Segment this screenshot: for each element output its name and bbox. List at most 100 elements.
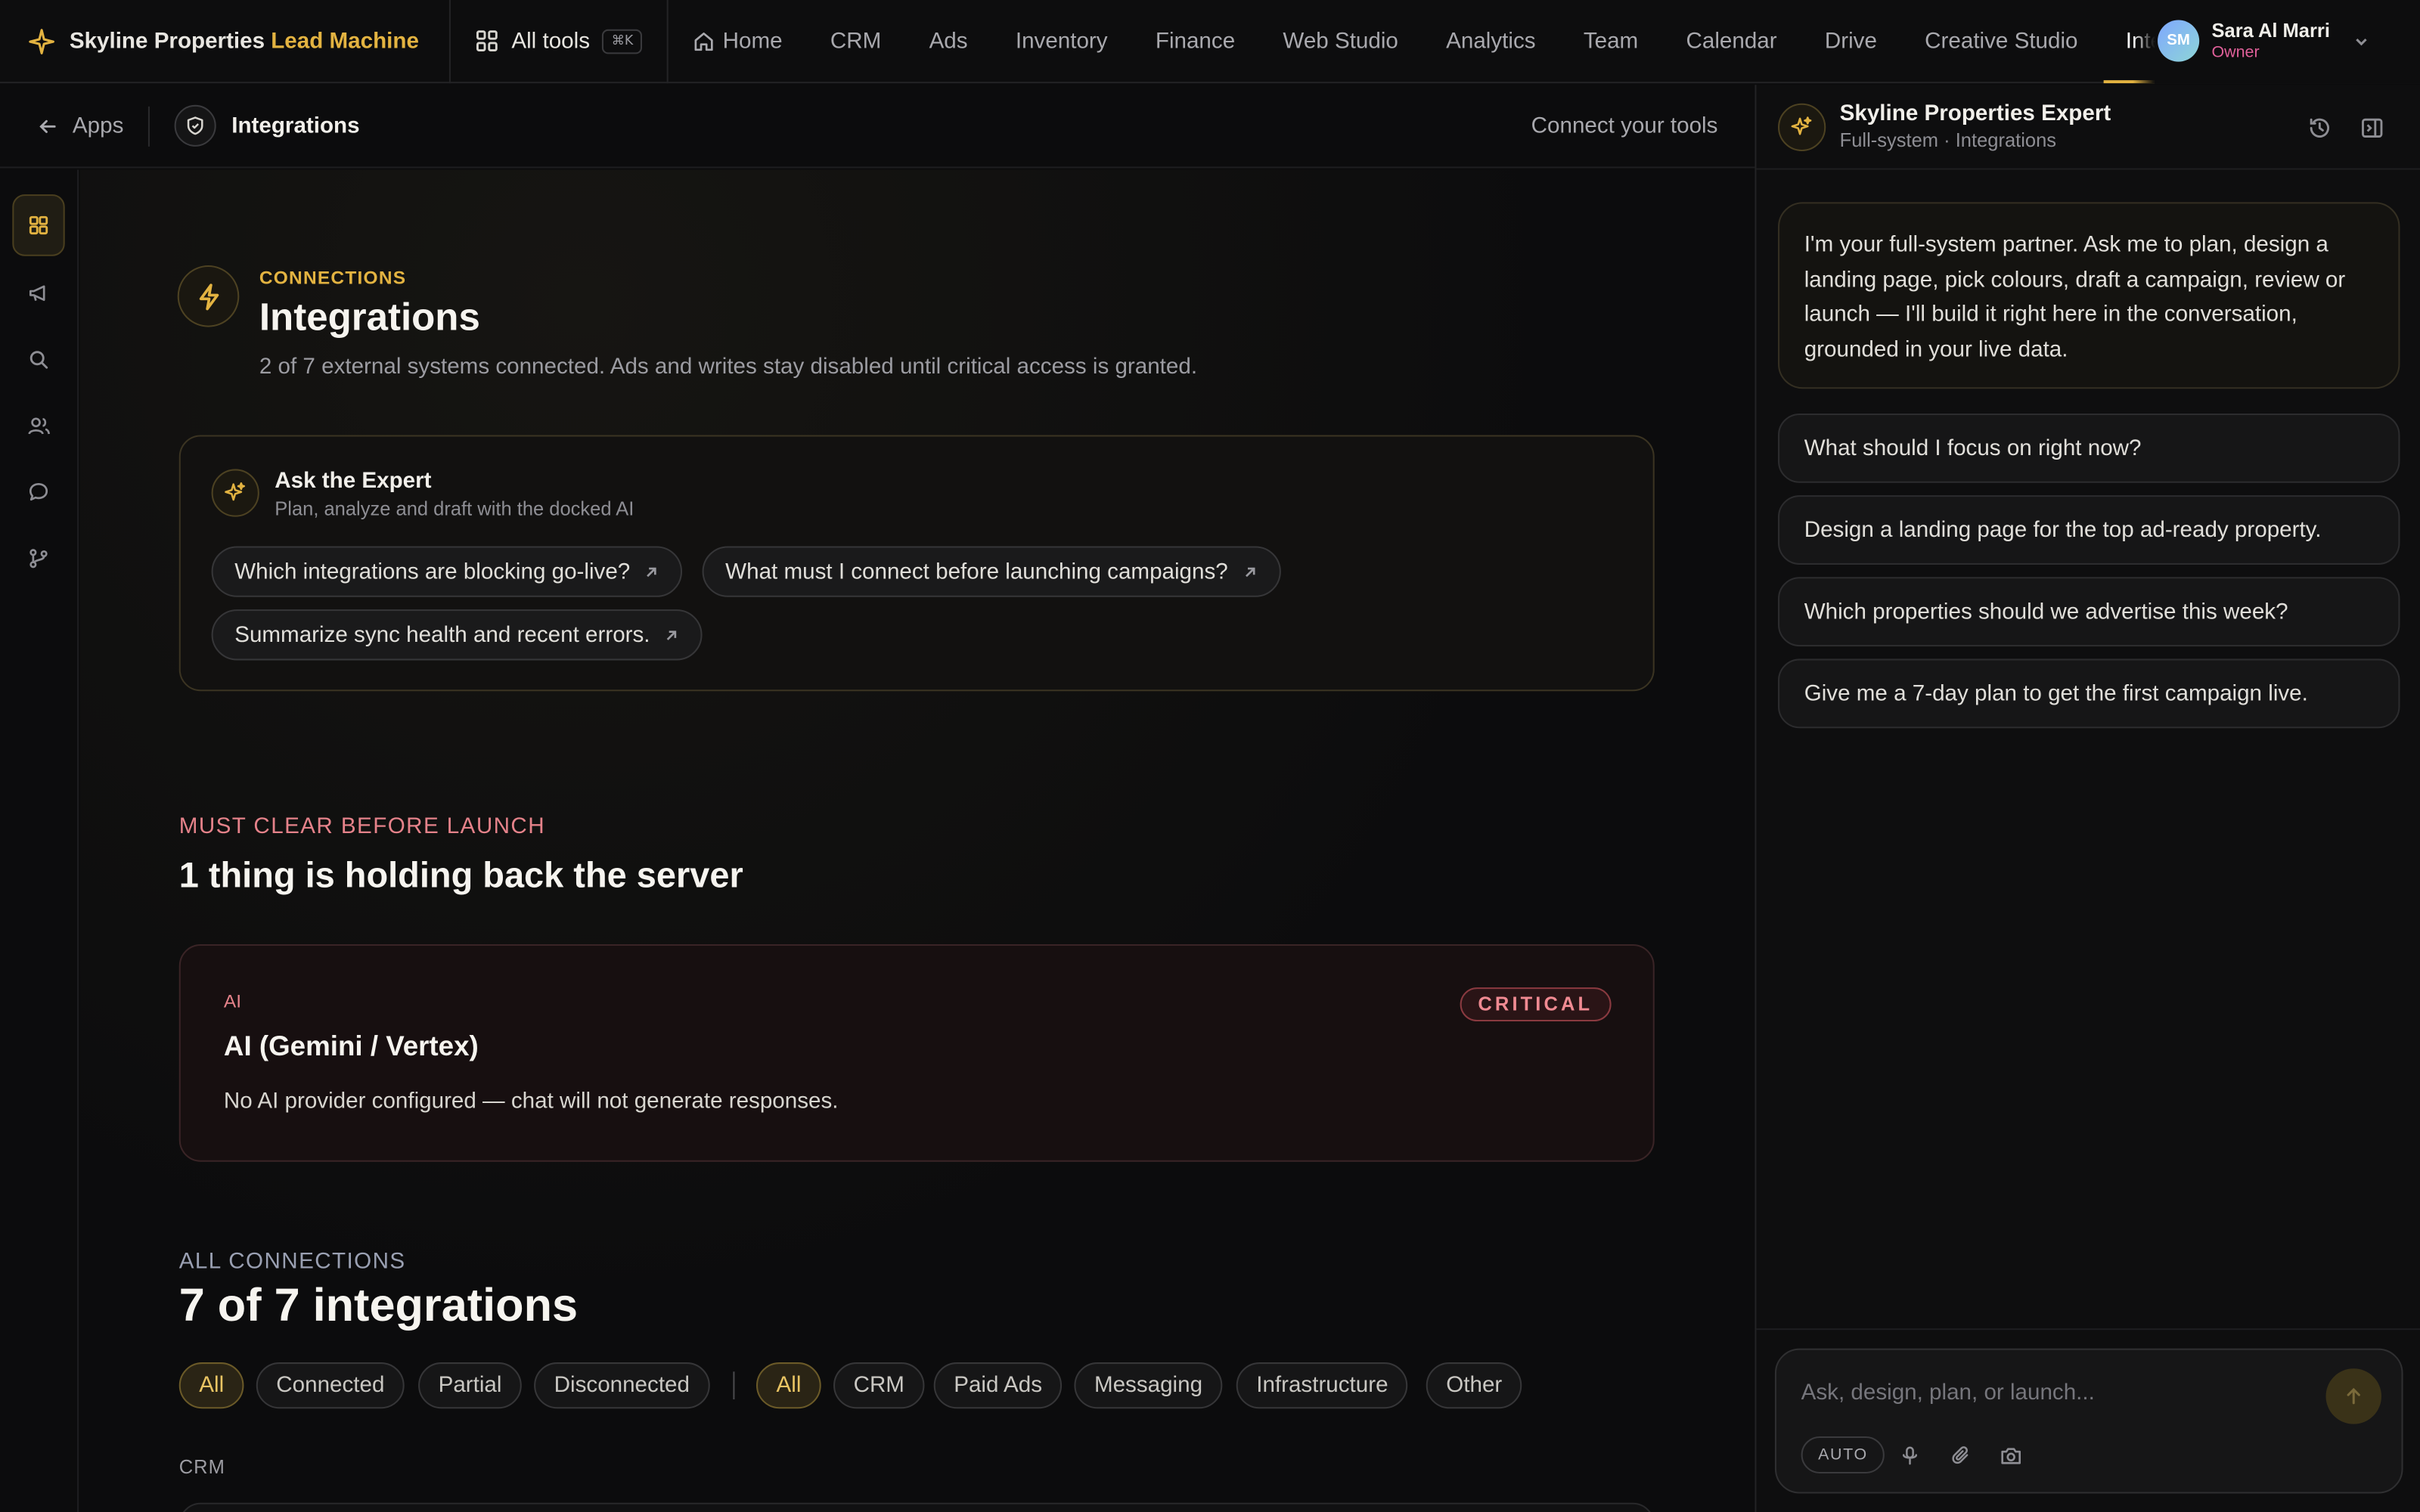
nav-team[interactable]: Team: [1584, 0, 1638, 82]
integration-description: No AI provider configured — chat will no…: [223, 1089, 839, 1114]
sparkle-icon: [29, 28, 54, 54]
section-label-crm: CRM: [178, 1456, 225, 1479]
ask-expert-card: Ask the Expert Plan, analyze and draft w…: [178, 435, 1655, 692]
rail-search[interactable]: [12, 329, 64, 391]
arrow-up-icon: [2347, 1387, 2360, 1405]
chat-input[interactable]: [1801, 1380, 2295, 1406]
camera-icon: [2001, 1447, 2021, 1464]
suggestion-advertise[interactable]: Which properties should we advertise thi…: [1778, 577, 2400, 647]
nav-label: CRM: [830, 28, 882, 54]
integration-card[interactable]: [178, 1502, 1655, 1512]
chat-title: Skyline Properties Expert: [1839, 101, 2111, 126]
rail-people[interactable]: [12, 395, 64, 457]
arrow-up-right-icon: [647, 566, 657, 577]
send-button[interactable]: [2325, 1368, 2381, 1424]
prompt-chip-launch[interactable]: What must I connect before launching cam…: [702, 546, 1281, 597]
status-filter-partial[interactable]: Partial: [418, 1362, 523, 1409]
category-filter-infrastructure[interactable]: Infrastructure: [1236, 1362, 1409, 1409]
status-filter-disconnected[interactable]: Disconnected: [534, 1362, 710, 1409]
nav-ads[interactable]: Ads: [929, 0, 968, 82]
nav-label: Calendar: [1686, 28, 1777, 54]
users-icon: [27, 417, 50, 435]
user-menu[interactable]: SM Sara Al Marri Owner: [2154, 0, 2420, 83]
rail-messages[interactable]: [12, 461, 64, 523]
nav-web-studio[interactable]: Web Studio: [1283, 0, 1398, 82]
nav-crm[interactable]: CRM: [830, 0, 881, 82]
prompt-chip-sync-health[interactable]: Summarize sync health and recent errors.: [211, 609, 703, 661]
arrow-up-right-icon: [667, 630, 677, 640]
nav-analytics[interactable]: Analytics: [1446, 0, 1535, 82]
status-filter-all[interactable]: All: [178, 1362, 244, 1409]
critical-integration-card[interactable]: AI AI (Gemini / Vertex) No AI provider c…: [178, 943, 1655, 1162]
filter-divider: [733, 1371, 735, 1400]
suggestion-landing-page[interactable]: Design a landing page for the top ad-rea…: [1778, 495, 2400, 565]
brand-logo[interactable]: Skyline Properties Lead Machine: [0, 0, 451, 83]
nav-label: Drive: [1824, 28, 1877, 54]
search-icon: [29, 351, 48, 369]
prompt-chip-blocking[interactable]: Which integrations are blocking go-live?: [211, 546, 683, 597]
suggestion-7-day-plan[interactable]: Give me a 7-day plan to get the first ca…: [1778, 658, 2400, 729]
chevron-down-icon: [2355, 37, 2366, 45]
arrow-left-icon: [39, 119, 56, 132]
hero-title: Integrations: [259, 296, 480, 339]
status-badge: CRITICAL: [1459, 987, 1612, 1022]
collapse-panel-button[interactable]: [2358, 114, 2386, 142]
chip-label: Summarize sync health and recent errors.: [234, 622, 650, 648]
nav-finance[interactable]: Finance: [1156, 0, 1235, 82]
hero-subtitle: 2 of 7 external systems connected. Ads a…: [259, 355, 1198, 380]
mode-toggle[interactable]: AUTO: [1801, 1436, 1885, 1473]
category-filter-all[interactable]: All: [756, 1362, 821, 1409]
top-bar: Skyline Properties Lead Machine All tool…: [0, 0, 2420, 84]
nav-calendar[interactable]: Calendar: [1686, 0, 1776, 82]
status-filter-connected[interactable]: Connected: [256, 1362, 405, 1409]
composer-divider: [1756, 1328, 2420, 1331]
hero-eyebrow: CONNECTIONS: [259, 267, 407, 289]
nav-inventory[interactable]: Inventory: [1016, 0, 1108, 82]
category-filter-messaging[interactable]: Messaging: [1074, 1362, 1223, 1409]
chip-label: Which integrations are blocking go-live?: [234, 559, 631, 584]
history-icon: [2310, 118, 2329, 138]
integration-category: AI: [223, 990, 242, 1012]
app-root: Skyline Properties Lead Machine All tool…: [0, 0, 2420, 1512]
branch-icon: [29, 549, 48, 569]
chat-composer: AUTO: [1774, 1348, 2403, 1494]
grid-icon: [476, 30, 498, 51]
camera-button[interactable]: [1999, 1442, 2024, 1467]
sparkle-icon: [211, 469, 259, 517]
lightning-icon: [177, 265, 240, 327]
all-connections-title: 7 of 7 integrations: [178, 1280, 579, 1332]
left-rail: [0, 169, 79, 1512]
main-content: CONNECTIONS Integrations 2 of 7 external…: [80, 169, 1755, 1512]
chat-subtitle: Full-system · Integrations: [1839, 129, 2057, 150]
home-icon: [695, 32, 714, 51]
history-button[interactable]: [2306, 114, 2334, 142]
shield-icon: [174, 104, 216, 147]
rail-workflows[interactable]: [12, 528, 64, 590]
panel-collapse-icon: [2362, 118, 2383, 138]
nav-label: Web Studio: [1283, 28, 1398, 54]
all-tools-button[interactable]: All tools ⌘K: [451, 0, 669, 83]
back-to-apps-button[interactable]: Apps: [0, 105, 150, 146]
nav-drive[interactable]: Drive: [1825, 0, 1877, 82]
nav-label: Ads: [929, 28, 968, 54]
user-name: Sara Al Marri: [2211, 19, 2330, 42]
suggestion-focus[interactable]: What should I focus on right now?: [1778, 413, 2400, 483]
mic-button[interactable]: [1897, 1442, 1922, 1467]
brand-accent: Lead Machine: [271, 28, 419, 54]
dashboard-icon: [29, 215, 48, 235]
nav-home[interactable]: Home: [693, 0, 783, 82]
connect-tools-link[interactable]: Connect your tools: [1531, 113, 1718, 138]
nav-fade: [2133, 0, 2155, 83]
attach-button[interactable]: [1948, 1442, 1973, 1467]
rail-campaigns[interactable]: [12, 262, 64, 324]
paperclip-icon: [1951, 1445, 1968, 1464]
category-filter-other[interactable]: Other: [1426, 1362, 1522, 1409]
nav-creative-studio[interactable]: Creative Studio: [1925, 0, 2077, 82]
category-filter-crm[interactable]: CRM: [833, 1362, 925, 1409]
category-filter-paid-ads[interactable]: Paid Ads: [933, 1362, 1063, 1409]
launch-title: 1 thing is holding back the server: [178, 854, 743, 895]
sparkle-icon: [1778, 102, 1826, 150]
rail-dashboard[interactable]: [12, 194, 65, 256]
brand-name: Skyline Properties: [69, 28, 265, 54]
megaphone-icon: [29, 285, 45, 302]
